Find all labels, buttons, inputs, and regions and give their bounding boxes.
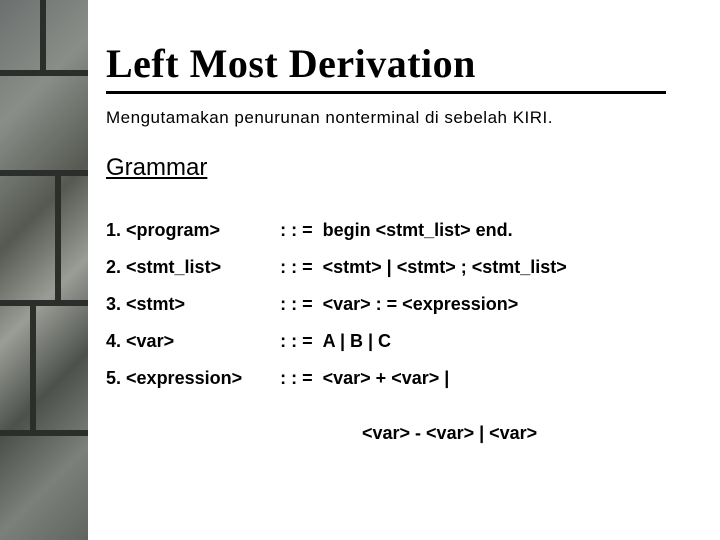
title-underline xyxy=(106,91,666,94)
grammar-rule: 1. <program> : : = begin <stmt_list> end… xyxy=(106,220,567,241)
grammar-rule: 4. <var> : : = A | B | C xyxy=(106,331,567,352)
rule-lhs: 1. <program> xyxy=(106,220,280,241)
rule-number: 4. xyxy=(106,331,121,351)
rule-lhs: 5. <expression> xyxy=(106,368,280,389)
section-heading: Grammar xyxy=(106,154,690,182)
rule-rhs: begin <stmt_list> end. xyxy=(323,220,567,241)
rule-operator: : : = xyxy=(280,257,323,278)
rule-lhs: 3. <stmt> xyxy=(106,294,280,315)
rule-number: 1. xyxy=(106,220,121,240)
rule-rhs: A | B | C xyxy=(323,331,567,352)
rule-operator: : : = xyxy=(280,294,323,315)
rule-operator: : : = xyxy=(280,331,323,352)
slide-title: Left Most Derivation xyxy=(106,40,690,87)
rule-nonterminal: <stmt_list> xyxy=(126,257,221,277)
rule-number: 2. xyxy=(106,257,121,277)
rule-lhs: 4. <var> xyxy=(106,331,280,352)
rule-number: 5. xyxy=(106,368,121,388)
rule-rhs: <var> : = <expression> xyxy=(323,294,567,315)
rule-continuation: <var> - <var> | <var> xyxy=(106,423,690,444)
rule-nonterminal: <var> xyxy=(126,331,174,351)
rule-rhs: <var> + <var> | xyxy=(323,368,567,389)
rule-rhs: <stmt> | <stmt> ; <stmt_list> xyxy=(323,257,567,278)
grammar-rule: 2. <stmt_list> : : = <stmt> | <stmt> ; <… xyxy=(106,257,567,278)
decorative-sidebar xyxy=(0,0,88,540)
grammar-rule: 5. <expression> : : = <var> + <var> | xyxy=(106,368,567,389)
rule-operator: : : = xyxy=(280,368,323,389)
rule-nonterminal: <expression> xyxy=(126,368,242,388)
content-area: Left Most Derivation Mengutamakan penuru… xyxy=(88,0,720,540)
grammar-rule: 3. <stmt> : : = <var> : = <expression> xyxy=(106,294,567,315)
grammar-rules: 1. <program> : : = begin <stmt_list> end… xyxy=(106,204,567,405)
rule-number: 3. xyxy=(106,294,121,314)
rule-operator: : : = xyxy=(280,220,323,241)
subtitle-text: Mengutamakan penurunan nonterminal di se… xyxy=(106,108,690,128)
slide: Left Most Derivation Mengutamakan penuru… xyxy=(0,0,720,540)
rule-nonterminal: <stmt> xyxy=(126,294,185,314)
rule-nonterminal: <program> xyxy=(126,220,220,240)
rule-lhs: 2. <stmt_list> xyxy=(106,257,280,278)
